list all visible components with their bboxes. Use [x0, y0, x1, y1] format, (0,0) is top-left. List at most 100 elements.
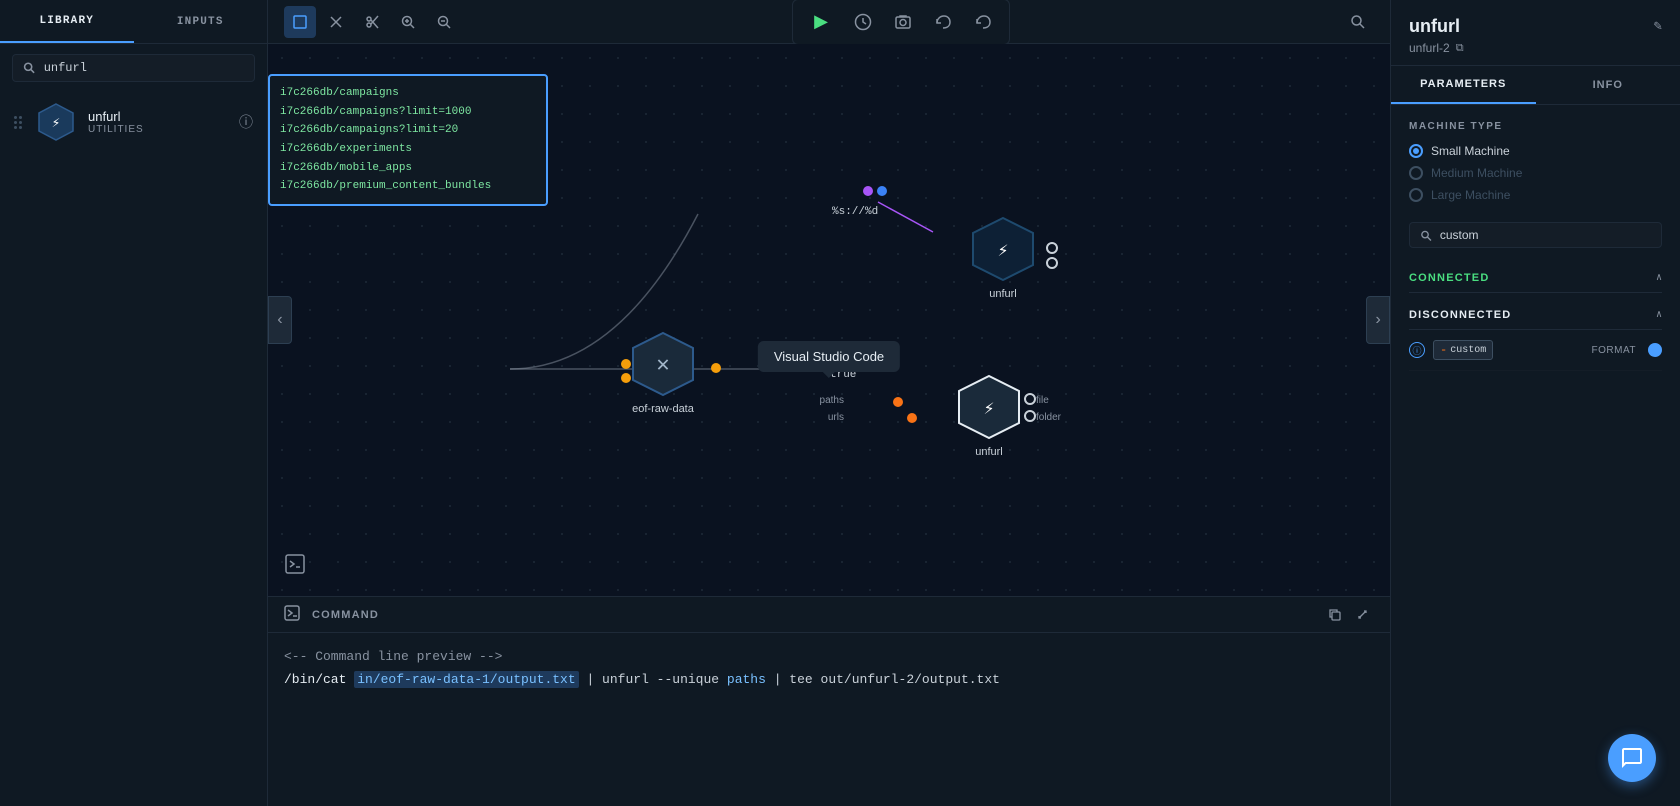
command-content: <-- Command line preview --> /bin/cat in…	[268, 633, 1390, 704]
unfurl-bottom-label: unfurl	[975, 446, 1003, 458]
item-name: unfurl	[88, 109, 227, 124]
history-button[interactable]	[967, 6, 999, 38]
svg-text:urls: urls	[828, 412, 844, 423]
custom-search-icon	[1420, 229, 1432, 242]
machine-type-radio-group: Small Machine Medium Machine Large Machi…	[1409, 144, 1662, 202]
connected-section-title: CONNECTED	[1409, 272, 1489, 284]
toggle-dot[interactable]	[1648, 343, 1662, 357]
search-icon	[23, 61, 36, 75]
item-info: unfurl UTILITIES	[88, 109, 227, 135]
disc-item-badge: - custom	[1433, 340, 1493, 360]
url-line-6: i7c266db/premium_content_bundles	[280, 177, 536, 196]
svg-text:file: file	[1036, 395, 1049, 406]
minus-icon: -	[1440, 343, 1447, 357]
bottom-panel-header: COMMAND	[268, 597, 1390, 633]
undo-button[interactable]	[927, 6, 959, 38]
radio-large-circle	[1409, 188, 1423, 202]
panel-terminal-icon	[284, 605, 300, 625]
url-list-node: i7c266db/campaigns i7c266db/campaigns?li…	[268, 74, 548, 206]
right-panel-subtitle-text: unfurl-2	[1409, 41, 1450, 55]
right-panel-body: MACHINE TYPE Small Machine Medium Machin…	[1391, 105, 1680, 806]
select-tool-button[interactable]	[284, 6, 316, 38]
chat-button[interactable]	[1608, 734, 1656, 782]
item-category: UTILITIES	[88, 124, 227, 135]
tab-inputs[interactable]: INPUTS	[134, 0, 268, 43]
scissors-tool-button[interactable]	[356, 6, 388, 38]
search-input[interactable]	[44, 61, 244, 75]
node-eof-raw-data[interactable]: ✕ eof-raw-data	[628, 329, 698, 415]
radio-large-machine[interactable]: Large Machine	[1409, 188, 1662, 202]
copy-command-button[interactable]	[1322, 603, 1346, 627]
svg-text:✕: ✕	[656, 353, 669, 378]
connected-section: CONNECTED ∧	[1409, 264, 1662, 293]
item-info-button[interactable]: ⓘ	[239, 112, 253, 132]
snapshot-button[interactable]	[887, 6, 919, 38]
node-unfurl-top[interactable]: ⚡ unfurl	[968, 214, 1038, 300]
panel-title: COMMAND	[312, 609, 379, 621]
item-icon-hex: ⚡	[36, 102, 76, 142]
radio-large-label: Large Machine	[1431, 188, 1510, 202]
url-line-2: i7c266db/campaigns?limit=1000	[280, 103, 536, 122]
url-line-1: i7c266db/campaigns	[280, 84, 536, 103]
svg-text:⚡: ⚡	[52, 116, 60, 132]
disc-item-badge-text: custom	[1450, 345, 1486, 356]
nav-arrow-right[interactable]: ›	[1366, 296, 1390, 344]
library-item-unfurl[interactable]: ⚡ unfurl UTILITIES ⓘ	[0, 92, 267, 152]
url-line-5: i7c266db/mobile_apps	[280, 159, 536, 178]
command-line: /bin/cat in/eof-raw-data-1/output.txt | …	[284, 668, 1374, 691]
main-area: ▶	[268, 0, 1390, 806]
format-node-label: %s://%d	[832, 206, 878, 218]
copy-subtitle-icon[interactable]: ⧉	[1456, 42, 1464, 55]
right-panel-subtitle: unfurl-2 ⧉	[1409, 41, 1662, 55]
radio-medium-machine[interactable]: Medium Machine	[1409, 166, 1662, 180]
tab-parameters[interactable]: PARAMETERS	[1391, 66, 1536, 104]
disconnected-section-header[interactable]: DISCONNECTED ∧	[1409, 301, 1662, 330]
search-button[interactable]	[1342, 6, 1374, 38]
disconnected-chevron: ∧	[1656, 309, 1662, 321]
disconnected-item-custom: ⓘ - custom FORMAT	[1409, 330, 1662, 371]
cut-tool-button[interactable]	[320, 6, 352, 38]
search-box	[12, 54, 255, 82]
expand-panel-button[interactable]	[1350, 603, 1374, 627]
canvas-area[interactable]: file folder paths urls i7c266db/campaign…	[268, 44, 1390, 596]
command-comment: <-- Command line preview -->	[284, 645, 1374, 668]
vscode-tooltip: Visual Studio Code	[758, 341, 900, 372]
disc-item-info-icon: ⓘ	[1409, 342, 1425, 358]
connected-chevron: ∧	[1656, 272, 1662, 284]
top-toolbar: ▶	[268, 0, 1390, 44]
zoom-out-button[interactable]	[428, 6, 460, 38]
custom-search-input[interactable]	[1440, 228, 1651, 242]
disconnected-section: DISCONNECTED ∧ ⓘ - custom FORMAT	[1409, 301, 1662, 371]
radio-medium-label: Medium Machine	[1431, 166, 1522, 180]
disconnected-section-title: DISCONNECTED	[1409, 309, 1511, 321]
timer-button[interactable]	[847, 6, 879, 38]
right-panel-header: unfurl ✎ unfurl-2 ⧉	[1391, 0, 1680, 66]
node-unfurl-bottom[interactable]: ⚡ unfurl	[954, 372, 1024, 458]
right-panel-title: unfurl	[1409, 16, 1460, 37]
edit-icon[interactable]: ✎	[1654, 18, 1662, 35]
radio-small-circle	[1409, 144, 1423, 158]
tab-info[interactable]: INFO	[1536, 66, 1680, 104]
svg-text:⚡: ⚡	[998, 242, 1009, 262]
radio-medium-circle	[1409, 166, 1423, 180]
url-line-4: i7c266db/experiments	[280, 140, 536, 159]
radio-small-label: Small Machine	[1431, 144, 1510, 158]
drag-handle	[14, 116, 22, 129]
url-line-3: i7c266db/campaigns?limit=20	[280, 121, 536, 140]
connected-section-header[interactable]: CONNECTED ∧	[1409, 264, 1662, 293]
format-label: FORMAT	[1592, 345, 1636, 356]
right-panel: unfurl ✎ unfurl-2 ⧉ PARAMETERS INFO MACH…	[1390, 0, 1680, 806]
sidebar-tabs: LIBRARY INPUTS	[0, 0, 267, 44]
unfurl-top-label: unfurl	[989, 288, 1017, 300]
play-button[interactable]: ▶	[803, 4, 839, 40]
nav-arrow-left[interactable]: ‹	[268, 296, 292, 344]
custom-search-row	[1409, 222, 1662, 248]
zoom-in-button[interactable]	[392, 6, 424, 38]
terminal-icon[interactable]	[284, 553, 306, 580]
tab-library[interactable]: LIBRARY	[0, 0, 134, 43]
machine-type-label: MACHINE TYPE	[1409, 121, 1662, 132]
radio-small-machine[interactable]: Small Machine	[1409, 144, 1662, 158]
left-sidebar: LIBRARY INPUTS ⚡ unfurl	[0, 0, 268, 806]
svg-text:⚡: ⚡	[984, 400, 995, 420]
eof-raw-data-label: eof-raw-data	[632, 403, 694, 415]
